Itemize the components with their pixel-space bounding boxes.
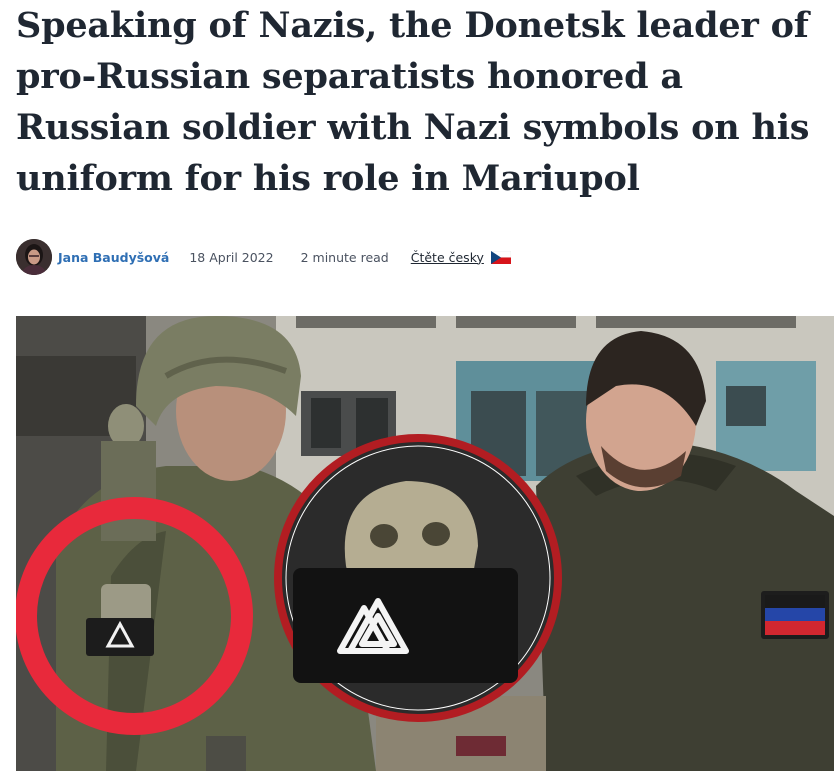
photo-illustration — [16, 316, 834, 771]
publish-date: 18 April 2022 — [189, 249, 274, 265]
author-link[interactable]: Jana Baudyšová — [58, 250, 169, 265]
language-link[interactable]: Čtěte česky — [411, 250, 484, 265]
highlight-circle-zoom — [274, 434, 562, 722]
article-title: Speaking of Nazis, the Donetsk leader of… — [16, 5, 810, 199]
author-avatar[interactable] — [16, 239, 52, 275]
read-time: 2 minute read — [300, 249, 389, 265]
article-photo — [16, 316, 834, 771]
dpr-flag-patch — [761, 591, 829, 639]
avatar-image — [16, 239, 52, 275]
article-meta: Jana Baudyšová 18 April 2022 2 minute re… — [16, 238, 511, 276]
czech-flag-icon[interactable] — [490, 250, 511, 264]
